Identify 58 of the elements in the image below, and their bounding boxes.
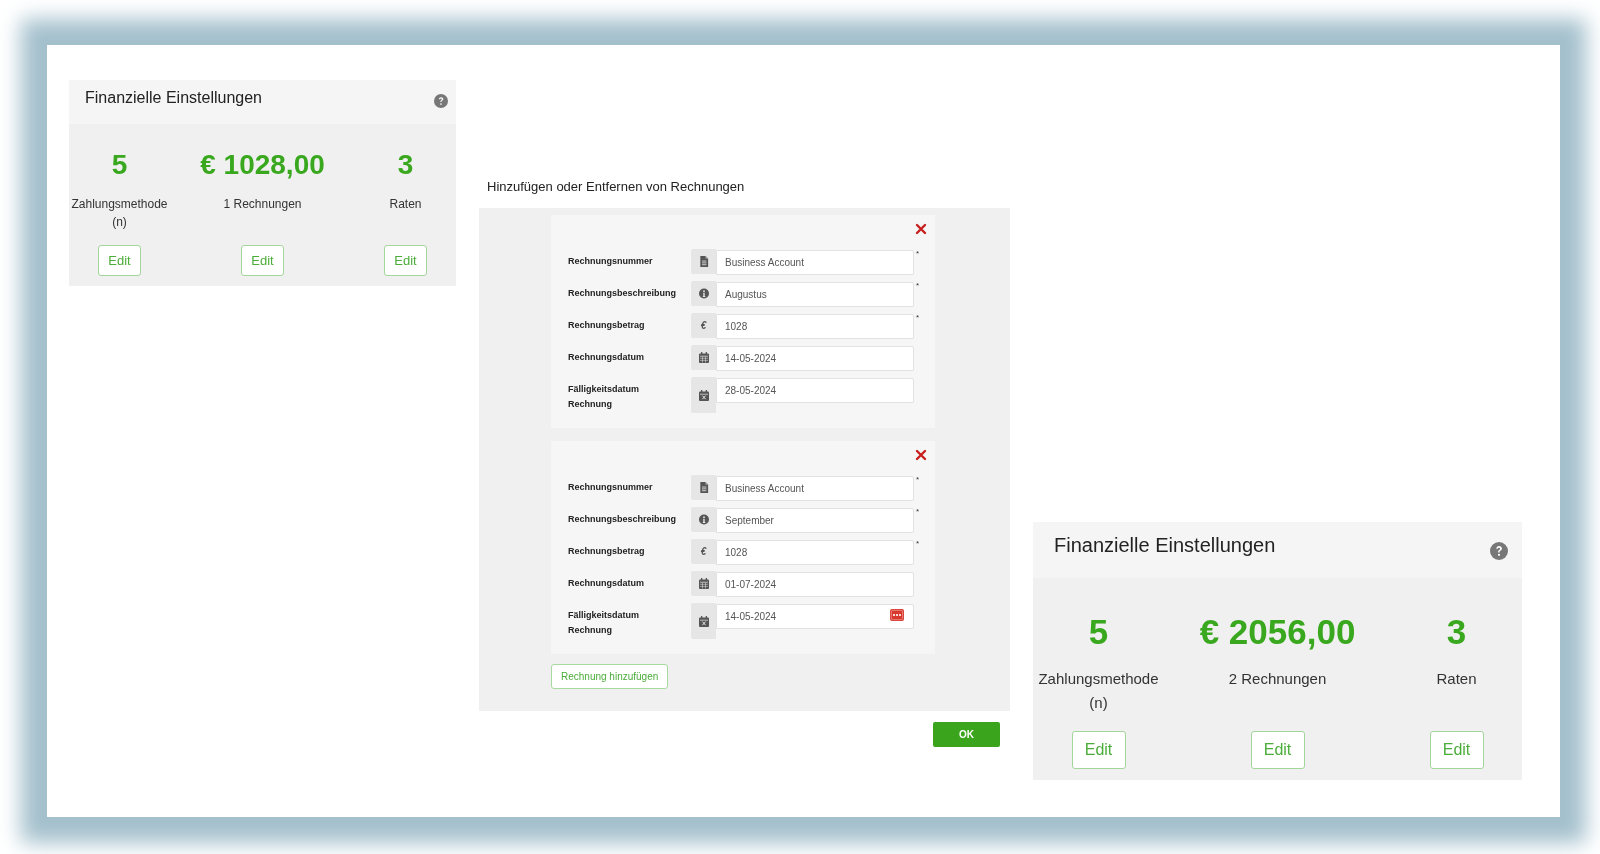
field-label: Rechnungsbeschreibung xyxy=(568,287,677,300)
calendar-icon xyxy=(698,352,709,363)
close-icon xyxy=(915,223,927,235)
close-icon xyxy=(915,449,927,461)
field-label: Rechnungsbetrag xyxy=(568,545,646,558)
euro-sign: € xyxy=(700,319,707,333)
field-label: Rechnungsbetrag xyxy=(568,319,646,332)
input-field[interactable]: 14-05-2024 xyxy=(716,604,914,629)
stat-value: € 1028,00 xyxy=(200,148,325,182)
stat-label: 2 Rechnungen xyxy=(1228,669,1327,689)
stat-value: 3 xyxy=(397,148,414,182)
stat-value: 3 xyxy=(1446,611,1467,653)
input-field[interactable]: 28-05-2024 xyxy=(716,378,914,403)
stat-label: Raten xyxy=(1436,669,1477,689)
input-field[interactable]: Business Account xyxy=(716,476,914,501)
stat-value: 5 xyxy=(1088,611,1109,653)
info-icon xyxy=(698,514,709,525)
required-mark: * xyxy=(915,314,920,322)
input-field[interactable]: Augustus xyxy=(716,282,914,307)
calendar-x-icon xyxy=(698,389,709,401)
field-label: Rechnungsnummer xyxy=(568,255,654,268)
calendar-icon xyxy=(698,578,709,589)
stat-label: Zahlungsmethode (n) xyxy=(1037,669,1160,713)
dialog-title: Hinzufügen oder Entfernen von Rechnungen xyxy=(486,178,746,196)
required-mark: * xyxy=(915,282,920,290)
calendar-x-icon xyxy=(698,615,709,627)
field-label: Fälligkeitsdatum Rechnung xyxy=(568,609,640,637)
input-field[interactable]: 1028 xyxy=(716,314,914,339)
panel-title: Finanzielle Einstellungen xyxy=(85,88,262,108)
field-label: Rechnungsdatum xyxy=(568,577,645,590)
remove-invoice-button[interactable] xyxy=(915,449,927,461)
stat-label: Zahlungsmethode (n) xyxy=(70,196,169,231)
required-mark: * xyxy=(915,250,920,258)
field-label: Rechnungsnummer xyxy=(568,481,654,494)
input-field[interactable]: 1028 xyxy=(716,540,914,565)
stat-value: € 2056,00 xyxy=(1199,611,1356,653)
required-mark: * xyxy=(915,540,920,548)
field-label: Rechnungsbeschreibung xyxy=(568,513,677,526)
field-label: Rechnungsdatum xyxy=(568,351,645,364)
ellipsis-icon[interactable] xyxy=(890,609,904,621)
field-label: Fälligkeitsdatum Rechnung xyxy=(568,383,640,411)
euro-sign: € xyxy=(700,545,707,559)
input-field[interactable]: 14-05-2024 xyxy=(716,346,914,371)
stat-label: Raten xyxy=(389,196,422,213)
input-field[interactable]: Business Account xyxy=(716,250,914,275)
required-mark: * xyxy=(915,476,920,484)
info-icon xyxy=(698,288,709,299)
help-icon[interactable] xyxy=(434,94,448,108)
panel-title: Finanzielle Einstellungen xyxy=(1054,533,1276,558)
required-mark: * xyxy=(915,508,920,516)
stat-value: 5 xyxy=(111,148,128,182)
help-icon[interactable] xyxy=(1490,542,1508,560)
remove-invoice-button[interactable] xyxy=(915,223,927,235)
stat-label: 1 Rechnungen xyxy=(223,196,302,213)
input-field[interactable]: September xyxy=(716,508,914,533)
document-icon xyxy=(698,256,709,267)
input-field[interactable]: 01-07-2024 xyxy=(716,572,914,597)
document-icon xyxy=(698,482,709,493)
